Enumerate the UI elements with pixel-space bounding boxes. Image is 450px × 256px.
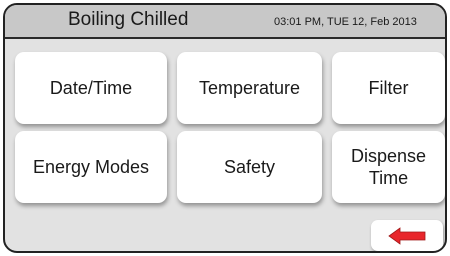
filter-label: Filter bbox=[368, 77, 409, 98]
date-time-label: Date/Time bbox=[49, 77, 133, 98]
safety-button[interactable]: Safety bbox=[177, 131, 322, 203]
dispense-time-button[interactable]: Dispense Time bbox=[332, 131, 445, 203]
energy-modes-label: Energy Modes bbox=[32, 156, 150, 177]
left-arrow-icon bbox=[388, 226, 426, 245]
dispense-time-label: Dispense Time bbox=[350, 145, 427, 189]
safety-label: Safety bbox=[223, 156, 276, 177]
filter-button[interactable]: Filter bbox=[332, 52, 445, 124]
back-button[interactable] bbox=[371, 220, 443, 251]
energy-modes-button[interactable]: Energy Modes bbox=[15, 131, 167, 203]
temperature-button[interactable]: Temperature bbox=[177, 52, 322, 124]
date-time-button[interactable]: Date/Time bbox=[15, 52, 167, 124]
datetime-display: 03:01 PM, TUE 12, Feb 2013 bbox=[274, 16, 417, 28]
header-bar: Boiling Chilled 03:01 PM, TUE 12, Feb 20… bbox=[5, 5, 445, 39]
settings-screen: Boiling Chilled 03:01 PM, TUE 12, Feb 20… bbox=[3, 3, 447, 253]
mode-label: Boiling Chilled bbox=[68, 9, 189, 30]
temperature-label: Temperature bbox=[198, 77, 301, 98]
